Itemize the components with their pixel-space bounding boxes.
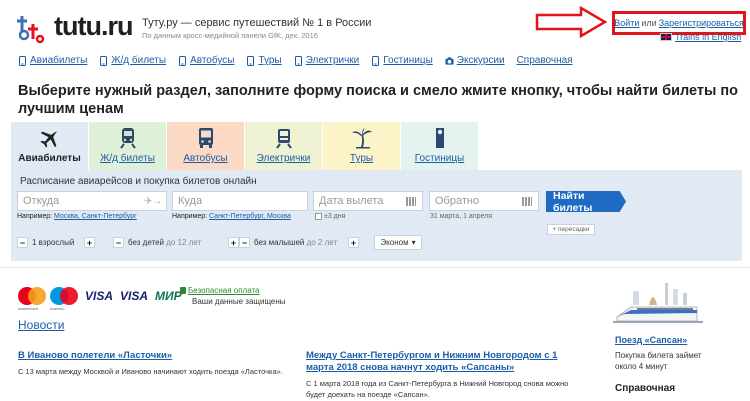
to-input[interactable]: Куда [172, 191, 308, 211]
trains-in-english-label: Trains in English [675, 32, 742, 42]
secure-payment-link[interactable]: Безопасная оплата [180, 286, 286, 295]
infants-value: без малышей до 2 лет [254, 238, 338, 247]
checkbox-box[interactable] [315, 213, 322, 220]
suburban-train-icon [275, 129, 292, 149]
infants-plus-button[interactable]: + [348, 237, 359, 248]
adults-value: 1 взрослый [32, 238, 75, 247]
nav-item-bus[interactable]: Автобусы [178, 55, 234, 66]
chevron-down-icon: ▾ [411, 238, 416, 247]
section-divider [0, 267, 750, 268]
nav-item-train[interactable]: Ж/д билеты [99, 55, 166, 66]
register-link[interactable]: Зарегистрироваться [659, 18, 744, 28]
tab-hotels[interactable]: Гостиницы [401, 122, 478, 170]
phone-icon [19, 55, 26, 66]
maestro-logo: maestro [50, 287, 78, 311]
plane-depart-icon: ✈→ [144, 196, 163, 207]
login-link[interactable]: Войти [614, 18, 639, 28]
top-nav: Авиабилеты Ж/д билеты Автобусы Туры Элек… [18, 55, 573, 66]
reference-heading: Справочная [615, 383, 676, 394]
flexible-dates-checkbox[interactable]: ±3 дня [315, 213, 345, 220]
transfer-button[interactable]: + пересадки [547, 224, 595, 235]
tab-avia[interactable]: Авиабилеты [11, 122, 88, 170]
nav-item-avia[interactable]: Авиабилеты [18, 55, 87, 66]
palm-icon [351, 128, 372, 149]
adults-stepper: − 1 взрослый + [17, 237, 95, 248]
page-headline: Выберите нужный раздел, заполните форму … [18, 83, 739, 117]
children-plus-button[interactable]: + [228, 237, 239, 248]
tagline-source: По данным кросс-медийной панели GfK, дек… [142, 31, 318, 40]
sapsan-body: Покупка билета займет около 4 минут [615, 351, 702, 371]
service-tabs: Авиабилеты Ж/д билеты Автобусы Электричк… [11, 122, 479, 170]
hint-from: Например: Москва, Санкт-Петербург [17, 213, 137, 220]
infants-minus-button[interactable]: − [239, 237, 250, 248]
train-icon [119, 128, 136, 149]
airplane-icon [39, 130, 57, 148]
phone-icon [294, 55, 302, 66]
visa-electron-logo: VISA [120, 289, 149, 303]
phone-icon [100, 55, 108, 66]
return-date-placeholder: Обратно [435, 195, 480, 207]
payment-logos: mastercard maestro VISA VISA МИР [18, 287, 182, 311]
lock-icon [180, 287, 186, 294]
news-heading[interactable]: Новости [18, 318, 64, 332]
mastercard-logo: mastercard [18, 287, 46, 311]
annotation-arrow-icon [535, 6, 607, 38]
class-select[interactable]: Эконом ▾ [374, 235, 422, 250]
infants-stepper: − без малышей до 2 лет + [239, 237, 359, 248]
visa-logo: VISA [85, 289, 114, 303]
adults-plus-button[interactable]: + [84, 237, 95, 248]
tab-bus[interactable]: Автобусы [167, 122, 244, 170]
children-minus-button[interactable]: − [113, 237, 124, 248]
nav-item-excursions[interactable]: Экскурсии [445, 55, 505, 66]
hint-to: Например: Санкт-Петербург, Москва [172, 213, 291, 220]
door-hanger-icon [435, 128, 444, 148]
sapsan-train-image[interactable] [613, 277, 703, 332]
hint-dates[interactable]: 31 марта, 1 апреля [430, 213, 492, 220]
tab-tours[interactable]: Туры [323, 122, 400, 170]
logo-text[interactable]: tutu.ru [54, 11, 133, 42]
nav-item-suburban[interactable]: Электрички [294, 55, 359, 66]
tab-train[interactable]: Ж/д билеты [89, 122, 166, 170]
return-date-input[interactable]: Обратно [429, 191, 539, 211]
login-or: или [641, 18, 657, 28]
search-panel-title: Расписание авиарейсов и покупка билетов … [20, 176, 257, 187]
sapsan-title[interactable]: Поезд «Сапсан» [615, 335, 687, 345]
calendar-icon[interactable] [406, 197, 416, 206]
children-value: без детей до 12 лет [128, 238, 202, 247]
tagline: Туту.ру — сервис путешествий № 1 в Росси… [142, 17, 372, 29]
find-tickets-button[interactable]: Найти билеты [546, 191, 626, 212]
nav-item-tours[interactable]: Туры [246, 55, 282, 66]
secure-payment-sub: Ваши данные защищены [192, 297, 286, 306]
phone-icon [247, 55, 255, 66]
adults-minus-button[interactable]: − [17, 237, 28, 248]
news-item-title[interactable]: В Иваново полетели «Ласточки» [18, 350, 278, 362]
departure-date-placeholder: Дата вылета [319, 195, 384, 207]
nav-item-reference[interactable]: Справочная [517, 55, 573, 66]
camera-icon [445, 56, 454, 65]
phone-icon [179, 55, 187, 66]
news-item-title[interactable]: Между Санкт-Петербургом и Нижним Новгоро… [306, 350, 586, 374]
secure-payment: Безопасная оплата Ваши данные защищены [180, 286, 286, 306]
news-item-body: С 1 марта 2018 года из Санкт-Петербурга … [306, 379, 569, 399]
calendar-icon[interactable] [522, 197, 532, 206]
to-input-placeholder: Куда [178, 195, 203, 207]
nav-item-hotels[interactable]: Гостиницы [371, 55, 433, 66]
phone-icon [372, 55, 380, 66]
news-item-body: С 13 марта между Москвой и Иваново начин… [18, 367, 283, 376]
tutu-logo-icon[interactable] [14, 13, 52, 45]
bus-icon [198, 128, 213, 148]
tab-suburban[interactable]: Электрички [245, 122, 322, 170]
uk-flag-icon [660, 33, 672, 41]
trains-in-english-link[interactable]: Trains in English [660, 32, 741, 42]
mir-logo: МИР [155, 289, 182, 303]
departure-date-input[interactable]: Дата вылета [313, 191, 423, 211]
class-value: Эконом [380, 238, 409, 247]
children-stepper: − без детей до 12 лет + [113, 237, 239, 248]
